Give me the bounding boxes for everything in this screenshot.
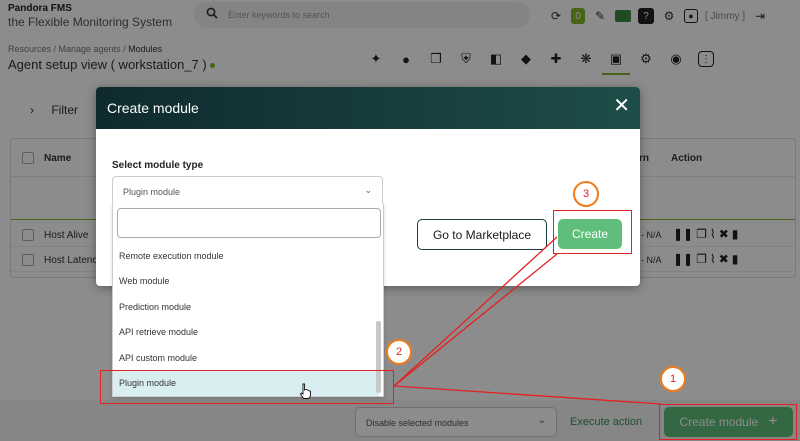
- highlight-create-button: [553, 210, 632, 254]
- highlight-plugin-option: [100, 370, 394, 404]
- list-item[interactable]: Prediction module: [113, 294, 379, 320]
- close-icon[interactable]: ✕: [613, 96, 630, 116]
- step-badge-2: 2: [386, 339, 412, 365]
- list-item[interactable]: API custom module: [113, 345, 379, 371]
- marketplace-button[interactable]: Go to Marketplace: [417, 219, 547, 250]
- dropdown-search-input[interactable]: [117, 208, 381, 238]
- list-item[interactable]: Remote execution module: [113, 243, 379, 269]
- module-type-label: Select module type: [112, 160, 204, 171]
- list-item[interactable]: API retrieve module: [113, 320, 379, 346]
- dialog-title: Create module: [107, 100, 199, 116]
- module-type-select[interactable]: Plugin module ⌄: [112, 176, 383, 205]
- module-type-dropdown: Remote execution module Web module Predi…: [112, 203, 384, 397]
- list-item[interactable]: Web module: [113, 269, 379, 295]
- module-type-value: Plugin module: [123, 187, 181, 197]
- chevron-down-icon: ⌄: [364, 185, 372, 195]
- step-badge-1: 1: [660, 366, 686, 392]
- highlight-create-module-button: [659, 404, 797, 440]
- step-badge-3: 3: [573, 181, 599, 207]
- dialog-header: Create module ✕: [96, 87, 640, 129]
